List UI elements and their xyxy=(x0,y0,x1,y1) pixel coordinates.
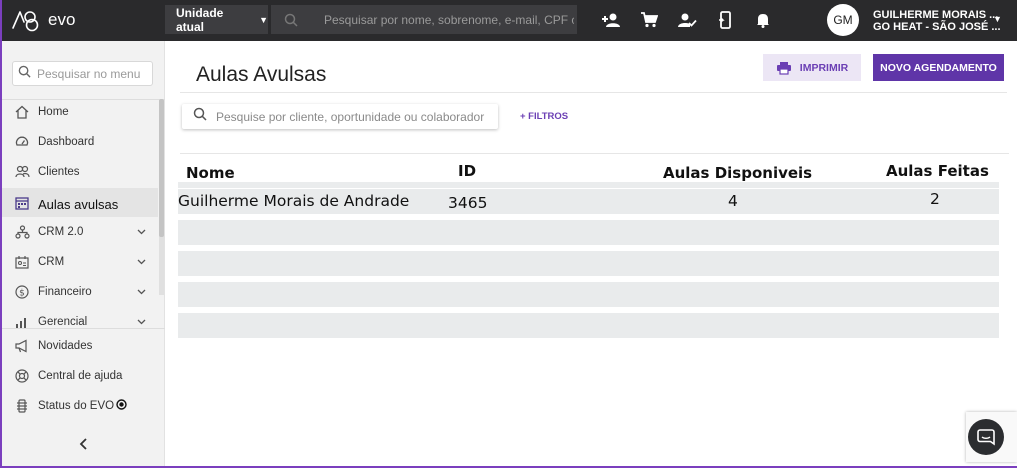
column-header-aulas-disponiveis: Aulas Disponiveis xyxy=(663,164,813,182)
cell-aulas-feitas: 2 xyxy=(930,190,940,208)
sidebar-item-aulas-avulsas[interactable]: Aulas avulsas xyxy=(2,188,158,217)
sidebar-item-clientes[interactable]: Clientes xyxy=(2,158,158,186)
top-bar: evo Unidade atual ▼ Pesquisar por nome, … xyxy=(2,0,1017,41)
chat-icon xyxy=(977,429,995,446)
search-icon xyxy=(271,13,311,27)
column-header-id: ID xyxy=(458,162,477,180)
sidebar-item-label: Status do EVO xyxy=(38,400,115,412)
print-button[interactable]: IMPRIMIR xyxy=(763,54,861,81)
chevron-left-icon xyxy=(79,438,87,450)
logo-text: evo xyxy=(48,10,76,29)
person-add-icon[interactable] xyxy=(592,9,630,31)
crm2-icon xyxy=(14,224,30,240)
sidebar-item-crm[interactable]: CRM xyxy=(2,248,158,276)
client-search-input[interactable] xyxy=(216,109,498,124)
sidebar-item-label: Financeiro xyxy=(38,286,92,298)
unit-select-label: Unidade atual xyxy=(176,5,224,34)
chat-launcher-button[interactable] xyxy=(968,419,1004,455)
sidebar-item-label: Dashboard xyxy=(38,136,95,148)
table-header-strip xyxy=(178,182,999,188)
calendar-icon xyxy=(14,195,30,211)
evo-logo[interactable]: evo xyxy=(10,6,80,34)
sidebar-item-label: Gerencial xyxy=(38,316,88,328)
status-icon xyxy=(14,398,30,414)
mobile-sync-icon[interactable] xyxy=(706,9,744,31)
sidebar: Home Dashboard Clientes Aulas avulsas CR… xyxy=(2,41,165,466)
client-search[interactable] xyxy=(182,104,498,129)
sidebar-item-label: Aulas avulsas xyxy=(38,197,119,212)
status-indicator-icon xyxy=(116,399,127,413)
sidebar-item-label: Novidades xyxy=(38,340,93,352)
page-title: Aulas Avulsas xyxy=(196,63,327,86)
filters-button[interactable]: + FILTROS xyxy=(520,111,568,122)
printer-icon xyxy=(776,61,791,75)
caret-down-icon[interactable]: ▼ xyxy=(993,14,1002,24)
divider xyxy=(2,328,165,329)
chevron-down-icon xyxy=(137,226,146,238)
sidebar-item-novidades[interactable]: Novidades xyxy=(2,332,158,360)
sidebar-item-label: Clientes xyxy=(38,166,80,178)
unit-select[interactable]: Unidade atual ▼ xyxy=(165,5,268,34)
print-button-label: IMPRIMIR xyxy=(799,61,849,74)
sidebar-item-financeiro[interactable]: $ Financeiro xyxy=(2,278,158,306)
sidebar-item-crm-2[interactable]: CRM 2.0 xyxy=(2,218,158,246)
divider xyxy=(180,153,1009,154)
table-row-empty xyxy=(178,313,999,338)
sidebar-item-label: CRM 2.0 xyxy=(38,226,84,238)
global-search-input[interactable] xyxy=(324,12,574,27)
table-row-empty xyxy=(178,282,999,307)
crm-icon xyxy=(14,254,30,270)
global-search[interactable] xyxy=(271,5,577,34)
chevron-down-icon xyxy=(137,256,146,268)
sidebar-item-label: Central de ajuda xyxy=(38,370,123,382)
cell-nome: Guilherme Morais de Andrade xyxy=(178,192,410,210)
column-header-aulas-feitas: Aulas Feitas xyxy=(886,162,989,180)
table-row-empty xyxy=(178,251,999,276)
avatar[interactable]: GM xyxy=(827,4,859,36)
svg-text:$: $ xyxy=(19,289,25,299)
sidebar-item-central-de-ajuda[interactable]: Central de ajuda xyxy=(2,362,158,390)
user-check-icon[interactable] xyxy=(668,9,706,31)
home-icon xyxy=(14,104,30,120)
column-header-nome: Nome xyxy=(186,164,235,182)
app-window: evo Unidade atual ▼ Pesquisar por nome, … xyxy=(2,0,1017,466)
new-appointment-button[interactable]: NOVO AGENDAMENTO xyxy=(873,54,1004,81)
menu-search-input[interactable] xyxy=(37,66,147,81)
user-unit: GO HEAT - SÃO JOSÉ ... xyxy=(873,21,1001,33)
sidebar-item-status-do-evo[interactable]: Status do EVO xyxy=(2,392,158,420)
dollar-icon: $ xyxy=(14,284,30,300)
user-menu[interactable]: GUILHERME MORAIS ... GO HEAT - SÃO JOSÉ … xyxy=(873,9,1001,33)
sidebar-item-label: Home xyxy=(38,106,69,118)
table-row-empty xyxy=(178,220,999,245)
collapse-sidebar-button[interactable] xyxy=(76,436,92,452)
cart-icon[interactable] xyxy=(630,9,668,31)
sidebar-scrollbar-thumb[interactable] xyxy=(159,99,164,237)
menu-search[interactable] xyxy=(12,61,153,86)
sidebar-item-label: CRM xyxy=(38,256,65,268)
cell-id: 3465 xyxy=(448,194,488,212)
divider xyxy=(180,92,1007,93)
megaphone-icon xyxy=(14,338,30,354)
sidebar-item-home[interactable]: Home xyxy=(2,98,158,126)
table-row[interactable]: Guilherme Morais de Andrade 3465 4 2 xyxy=(178,189,999,214)
cell-aulas-disponiveis: 4 xyxy=(728,192,738,210)
dashboard-icon xyxy=(14,134,30,150)
search-icon xyxy=(18,65,31,83)
chevron-down-icon xyxy=(137,286,146,298)
user-name: GUILHERME MORAIS ... xyxy=(873,9,999,21)
sidebar-item-dashboard[interactable]: Dashboard xyxy=(2,128,158,156)
bell-icon[interactable] xyxy=(744,9,782,31)
search-icon xyxy=(193,107,207,126)
chevron-down-icon xyxy=(137,316,146,328)
clients-icon xyxy=(14,164,30,180)
top-actions xyxy=(592,9,782,31)
evo-logo-mark xyxy=(12,11,39,32)
lifebuoy-icon xyxy=(14,368,30,384)
caret-down-icon: ▼ xyxy=(259,14,268,25)
